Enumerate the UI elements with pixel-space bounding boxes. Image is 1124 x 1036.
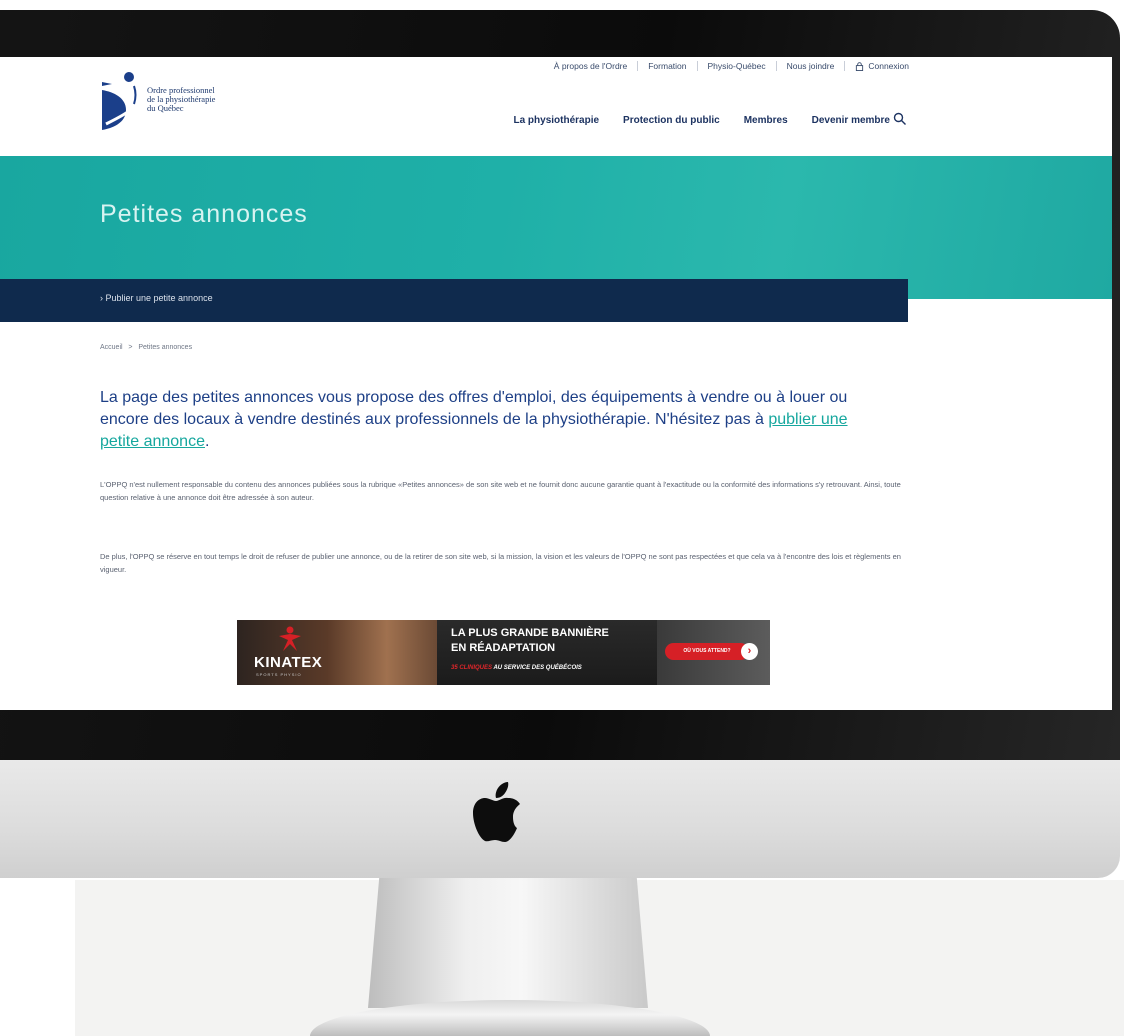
banner-brand: KINATEX xyxy=(254,654,323,671)
logo-wordmark: Ordre professionnel de la physiothérapie… xyxy=(147,86,267,113)
top-link-formation[interactable]: Formation xyxy=(648,61,686,71)
banner-subline-text: AU SERVICE DES QUÉBÉCOIS xyxy=(492,665,582,671)
banner-subline: 35 CLINIQUES AU SERVICE DES QUÉBÉCOIS xyxy=(451,665,582,671)
banner-photo: KINATEX SPORTS PHYSIO xyxy=(237,620,437,685)
publish-ad-link[interactable]: › Publier une petite annonce xyxy=(100,293,213,303)
kinatex-logo-icon xyxy=(279,626,301,651)
top-link-login[interactable]: Connexion xyxy=(868,61,909,71)
breadcrumb-home[interactable]: Accueil xyxy=(100,344,123,351)
banner-brand-tag: SPORTS PHYSIO xyxy=(256,672,302,677)
divider xyxy=(775,61,777,71)
hero-banner: Petites annonces xyxy=(0,156,1112,299)
browser-screen: Ordre professionnel de la physiothérapie… xyxy=(0,57,1112,710)
banner-cta-button[interactable]: OÙ VOUS ATTEND? xyxy=(665,643,749,660)
page-title: Petites annonces xyxy=(100,200,308,228)
publish-ad-label: Publier une petite annonce xyxy=(105,293,213,303)
apple-logo-icon xyxy=(473,782,520,842)
nav-item-devenir-membre[interactable]: Devenir membre xyxy=(812,115,890,126)
lock-icon xyxy=(856,61,864,71)
monitor-chin xyxy=(0,760,1120,878)
nav-item-protection[interactable]: Protection du public xyxy=(623,115,720,126)
divider xyxy=(637,61,639,71)
banner-clinic-count: 35 CLINIQUES xyxy=(451,665,493,671)
banner-cta-panel: OÙ VOUS ATTEND? › xyxy=(657,620,770,685)
disclaimer-paragraph: L'OPPQ n'est nullement responsable du co… xyxy=(100,480,901,502)
kinatex-banner-ad[interactable]: KINATEX SPORTS PHYSIO LA PLUS GRANDE BAN… xyxy=(237,620,770,685)
monitor-stand xyxy=(368,878,648,1008)
logo-line: du Québec xyxy=(147,103,184,113)
divider xyxy=(844,61,846,71)
subnav-bar: › Publier une petite annonce xyxy=(0,279,908,322)
chevron-right-icon: › xyxy=(741,643,758,660)
top-link-about[interactable]: À propos de l'Ordre xyxy=(554,61,627,71)
chevron-right-icon: > xyxy=(124,344,137,351)
banner-headline-2: EN RÉADAPTATION xyxy=(451,642,556,654)
intro-text-body: La page des petites annonces vous propos… xyxy=(100,389,848,428)
intro-text: La page des petites annonces vous propos… xyxy=(100,387,890,453)
banner-text-panel: LA PLUS GRANDE BANNIÈRE EN RÉADAPTATION … xyxy=(437,620,657,685)
top-link-physio-quebec[interactable]: Physio-Québec xyxy=(708,61,766,71)
top-link-contact[interactable]: Nous joindre xyxy=(787,61,835,71)
intro-text-end: . xyxy=(204,433,210,450)
banner-headline: LA PLUS GRANDE BANNIÈRE xyxy=(451,627,609,639)
breadcrumb: Accueil > Petites annonces xyxy=(100,344,192,351)
search-icon[interactable] xyxy=(893,112,907,126)
breadcrumb-current: Petites annonces xyxy=(138,344,193,351)
nav-item-physiotherapie[interactable]: La physiothérapie xyxy=(513,115,599,126)
policy-paragraph: De plus, l'OPPQ se réserve en tout temps… xyxy=(100,552,901,574)
divider xyxy=(696,61,698,71)
nav-item-membres[interactable]: Membres xyxy=(744,115,788,126)
main-nav: La physiothérapie Protection du public M… xyxy=(513,115,890,126)
utility-nav: À propos de l'Ordre Formation Physio-Qué… xyxy=(554,61,909,71)
